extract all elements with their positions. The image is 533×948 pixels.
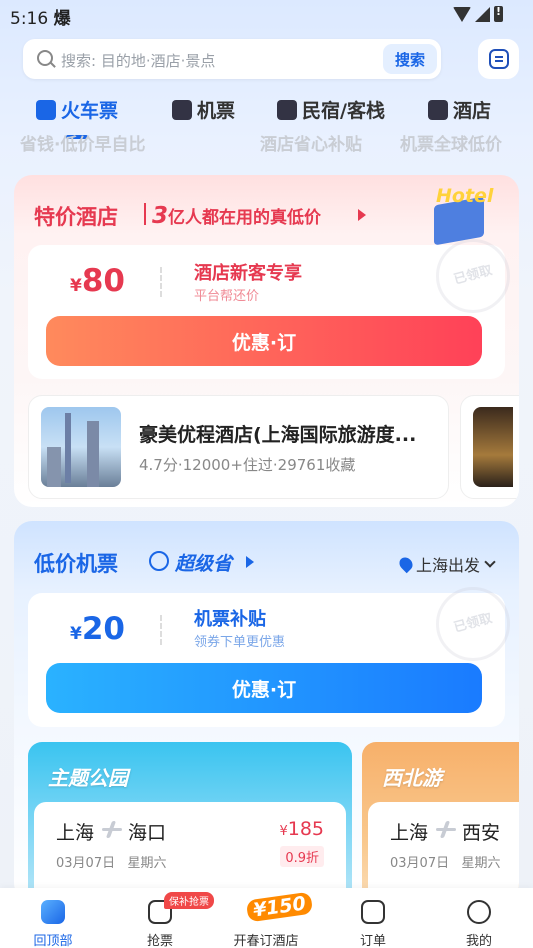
route-from: 上海 — [56, 822, 95, 844]
route-card[interactable]: 上海 西安 03月07日 星期六 — [368, 802, 519, 901]
hotel-building-icon: Hotel — [414, 183, 504, 246]
chevron-down-icon — [484, 556, 496, 568]
route-from: 上海 — [390, 822, 429, 844]
battery-icon — [494, 5, 503, 22]
tab-label: 民宿/客栈 — [302, 100, 385, 122]
nav-label: 回顶部 — [33, 934, 73, 948]
feature-mid: 酒店省心补贴 — [260, 135, 362, 152]
search-placeholder: 搜索: 目的地·酒店·景点 — [61, 52, 216, 70]
hotel-list-item[interactable]: 豪美优程酒店(上海国际旅游度... 4.7分·12000+住过·29761收藏 — [28, 395, 449, 499]
coupon-subtitle: 平台帮还价 — [194, 289, 260, 304]
nav-mine[interactable]: 我的 — [439, 888, 519, 948]
feature-left: 省钱·低价早自比 — [20, 135, 146, 152]
tab-label: 机票 — [197, 100, 236, 122]
promo-card-northwest[interactable]: 西北游 上海 西安 03月07日 星期六 — [362, 742, 519, 901]
flight-coupon[interactable]: ¥20 机票补贴 领券下单更优惠 已领取 优惠·订 — [28, 587, 510, 727]
departure-label: 上海出发 — [416, 556, 481, 575]
hotel-section-title[interactable]: 特价酒店 — [34, 201, 118, 231]
status-icons — [453, 5, 503, 22]
route-date: 03月07日 星期六 — [390, 856, 501, 871]
nav-label: 抢票 — [146, 934, 173, 948]
nav-orders[interactable]: 订单 — [333, 888, 413, 948]
coupon-divider — [160, 267, 162, 297]
location-pin-icon — [396, 554, 416, 574]
departure-city-selector[interactable]: 上海出发 — [396, 552, 496, 576]
flight-badge[interactable]: 超级省 — [175, 549, 232, 576]
claimed-stamp: 已领取 — [436, 239, 510, 313]
train-icon — [36, 99, 56, 120]
nav-label: 我的 — [465, 934, 492, 948]
signal-icon — [475, 6, 490, 22]
route-to: 海口 — [128, 822, 167, 844]
bottom-nav: 回顶部 抢票 保补抢票 开春订酒店 ¥150 订单 我的 — [0, 888, 533, 948]
route-card[interactable]: 上海 海口 03月07日 星期六 ¥185 0.9折 — [34, 802, 346, 901]
promo-title: 主题公园 — [48, 766, 128, 790]
hotel-meta: 4.7分·12000+住过·29761收藏 — [139, 456, 356, 474]
route-to: 西安 — [462, 822, 501, 844]
tab-label: 火车票 — [61, 100, 119, 122]
play-arrow-icon — [246, 556, 254, 568]
feature-right: 机票全球低价 — [400, 135, 502, 152]
message-icon — [488, 49, 509, 69]
category-tabs: 火车票 机票 民宿/客栈 酒店 — [0, 96, 533, 139]
status-time: 5:16 爆 — [10, 9, 71, 29]
claimed-stamp: 已领取 — [436, 587, 510, 661]
plane-icon — [172, 99, 192, 120]
hotel-section: 特价酒店 3亿人都在用的真低价 Hotel ¥80 酒店新客专享 平台帮还价 已… — [14, 175, 519, 507]
hotel-list-item[interactable] — [460, 395, 519, 499]
tab-homestay[interactable]: 民宿/客栈 — [277, 96, 385, 123]
coupon-subtitle: 领券下单更优惠 — [194, 635, 286, 650]
promo-card-theme-park[interactable]: 主题公园 上海 海口 03月07日 星期六 ¥185 0.9折 — [28, 742, 352, 901]
coupon-price: ¥20 — [70, 611, 125, 647]
tab-label: 酒店 — [453, 100, 492, 122]
profile-icon — [467, 900, 491, 924]
hotel-thumbnail — [41, 407, 121, 487]
promo-title: 西北游 — [382, 766, 442, 790]
hotel-badge-label: Hotel — [436, 185, 494, 207]
divider — [144, 203, 146, 225]
super-save-icon — [149, 551, 169, 571]
nav-back-to-top[interactable]: 回顶部 — [13, 888, 93, 948]
hotel-slogan[interactable]: 3亿人都在用的真低价 — [152, 203, 321, 229]
nav-tag-badge: 保补抢票 — [164, 892, 214, 909]
route-price: ¥185 — [279, 818, 324, 840]
status-bar: 5:16 爆 — [0, 0, 533, 30]
discount-badge: 0.9折 — [280, 846, 324, 867]
hotel-name: 豪美优程酒店(上海国际旅游度... — [139, 424, 417, 446]
search-icon — [37, 50, 53, 66]
house-icon — [277, 99, 297, 120]
route-date: 03月07日 星期六 — [56, 856, 167, 871]
play-arrow-icon — [358, 209, 366, 221]
home-icon — [41, 900, 65, 924]
flight-book-button[interactable]: 优惠·订 — [46, 663, 482, 713]
flight-section: 低价机票 超级省 上海出发 ¥20 机票补贴 领券下单更优惠 已领取 优惠·订 … — [14, 521, 519, 901]
hotel-icon — [428, 99, 448, 120]
nav-label: 开春订酒店 — [233, 934, 299, 948]
hotel-coupon[interactable]: ¥80 酒店新客专享 平台帮还价 已领取 优惠·订 — [28, 239, 510, 379]
coupon-price: ¥80 — [70, 263, 125, 299]
search-button[interactable]: 搜索 — [383, 44, 437, 74]
wifi-icon — [453, 6, 471, 22]
tab-hotel[interactable]: 酒店 — [428, 96, 491, 123]
plane-icon — [436, 821, 456, 837]
order-icon — [361, 900, 385, 924]
tab-flight[interactable]: 机票 — [172, 96, 235, 123]
coupon-title: 酒店新客专享 — [194, 263, 302, 284]
feature-strip: 省钱·低价早自比 酒店省心补贴 机票全球低价 — [20, 132, 520, 152]
search-input[interactable]: 搜索: 目的地·酒店·景点 搜索 — [23, 39, 441, 79]
coupon-divider — [160, 615, 162, 645]
hotel-thumbnail — [473, 407, 513, 487]
plane-icon — [102, 821, 122, 837]
tab-train[interactable]: 火车票 — [36, 96, 118, 123]
nav-label: 订单 — [359, 934, 386, 948]
hotel-book-button[interactable]: 优惠·订 — [46, 316, 482, 366]
flight-section-title[interactable]: 低价机票 — [34, 548, 118, 578]
message-button[interactable] — [478, 39, 519, 79]
coupon-title: 机票补贴 — [194, 609, 266, 630]
